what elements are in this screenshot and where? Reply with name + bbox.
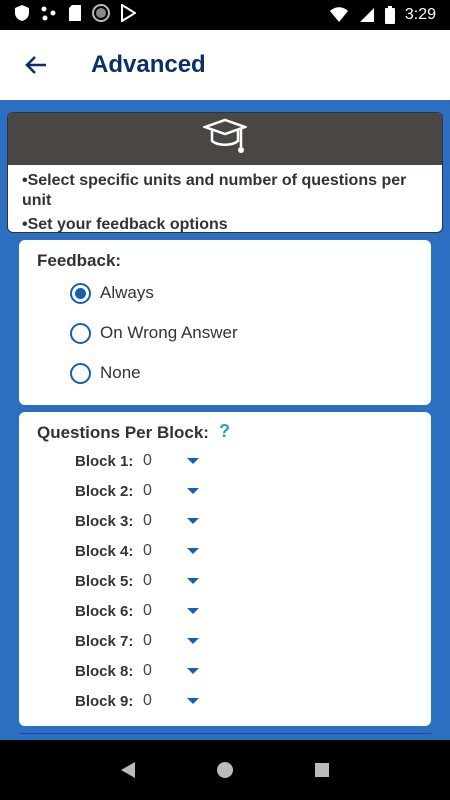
block-4-row[interactable]: Block 4: 0: [75, 539, 199, 563]
help-icon[interactable]: ?: [219, 422, 235, 440]
block-6-value[interactable]: 0: [143, 602, 187, 620]
dropdown-arrow-icon[interactable]: [187, 488, 199, 494]
dropdown-arrow-icon[interactable]: [187, 638, 199, 644]
radio-always[interactable]: Always: [70, 280, 154, 306]
block-8-row[interactable]: Block 8: 0: [75, 659, 199, 683]
nav-recents-icon[interactable]: [307, 755, 337, 785]
radio-label: None: [100, 363, 141, 382]
info-panel: •Select specific units and number of que…: [7, 112, 443, 233]
dropdown-arrow-icon[interactable]: [187, 578, 199, 584]
feedback-label: Feedback:: [37, 251, 122, 270]
signal-icon: [359, 7, 375, 23]
wifi-icon: [329, 7, 349, 23]
radio-label: Always: [100, 283, 154, 302]
circle-icon: [92, 3, 110, 27]
info-line-feedback: •Set your feedback options: [22, 216, 228, 233]
radio-button[interactable]: [70, 282, 91, 304]
block-1-value[interactable]: 0: [143, 452, 187, 470]
page-title: Advanced: [91, 51, 206, 78]
dropdown-arrow-icon[interactable]: [187, 698, 199, 704]
dropdown-arrow-icon[interactable]: [187, 668, 199, 674]
block-label: Block 9:: [75, 692, 134, 710]
radio-none[interactable]: None: [70, 360, 141, 386]
feedback-card: Feedback: Always On Wrong Answer None: [19, 240, 431, 405]
block-label: Block 3:: [75, 512, 134, 530]
block-8-value[interactable]: 0: [143, 662, 187, 680]
block-9-value[interactable]: 0: [143, 692, 187, 710]
block-label: Block 4:: [75, 542, 134, 560]
block-2-row[interactable]: Block 2: 0: [75, 479, 199, 503]
status-bar: 3:29: [0, 0, 450, 30]
divider: [19, 733, 431, 734]
info-line-units: •Select specific units and number of que…: [22, 172, 407, 209]
dots-icon: [40, 5, 58, 26]
app-bar: Advanced: [0, 30, 450, 100]
block-3-row[interactable]: Block 3: 0: [75, 509, 199, 533]
block-5-row[interactable]: Block 5: 0: [75, 569, 199, 593]
block-5-value[interactable]: 0: [143, 572, 187, 590]
radio-label: On Wrong Answer: [100, 323, 238, 342]
block-label: Block 2:: [75, 482, 134, 500]
block-2-value[interactable]: 0: [143, 482, 187, 500]
block-label: Block 5:: [75, 572, 134, 590]
dropdown-arrow-icon[interactable]: [187, 548, 199, 554]
block-9-row[interactable]: Block 9: 0: [75, 689, 199, 713]
questions-per-block-label: Questions Per Block:: [37, 423, 209, 442]
dropdown-arrow-icon[interactable]: [187, 608, 199, 614]
sd-card-icon: [68, 4, 82, 27]
block-label: Block 1:: [75, 452, 134, 470]
play-store-icon: [120, 2, 137, 27]
battery-icon: [384, 6, 395, 24]
shield-icon: [14, 4, 30, 27]
block-7-row[interactable]: Block 7: 0: [75, 629, 199, 653]
graduation-cap-icon: [201, 117, 249, 162]
block-6-row[interactable]: Block 6: 0: [75, 599, 199, 623]
nav-home-icon[interactable]: [210, 755, 240, 785]
dropdown-arrow-icon[interactable]: [187, 458, 199, 464]
block-3-value[interactable]: 0: [143, 512, 187, 530]
radio-button[interactable]: [70, 362, 91, 384]
clock-time: 3:29: [404, 6, 436, 23]
radio-button[interactable]: [70, 322, 91, 344]
radio-on-wrong-answer[interactable]: On Wrong Answer: [70, 320, 238, 346]
info-header: [8, 113, 442, 165]
block-label: Block 6:: [75, 602, 134, 620]
questions-per-block-card: Questions Per Block: ? Block 1: 0 Block …: [19, 412, 431, 726]
block-1-row[interactable]: Block 1: 0: [75, 449, 199, 473]
dropdown-arrow-icon[interactable]: [187, 518, 199, 524]
block-4-value[interactable]: 0: [143, 542, 187, 560]
block-7-value[interactable]: 0: [143, 632, 187, 650]
block-label: Block 7:: [75, 632, 134, 650]
nav-back-icon[interactable]: [113, 755, 143, 785]
back-arrow-icon[interactable]: [24, 53, 48, 77]
block-label: Block 8:: [75, 662, 134, 680]
system-nav-bar: [0, 740, 450, 800]
